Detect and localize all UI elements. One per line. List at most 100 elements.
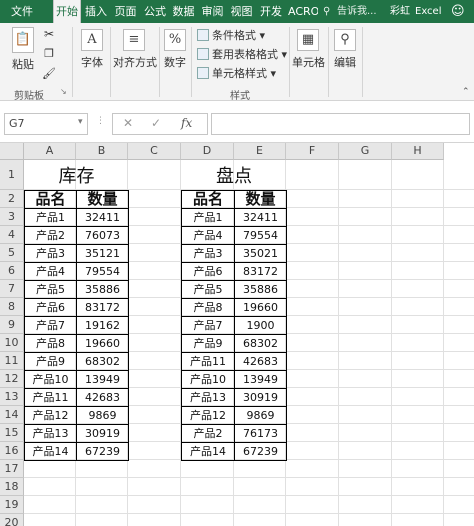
inventory-qty-cell[interactable]: 76073 [76, 226, 129, 245]
row-header[interactable]: 11 [0, 352, 24, 370]
tab-review[interactable]: 审阅 [199, 0, 226, 23]
inventory-product-cell[interactable]: 产品14 [24, 442, 77, 461]
inventory-qty-cell[interactable]: 30919 [76, 424, 129, 443]
copy-icon[interactable]: ❐ [42, 47, 56, 60]
stocktake-qty-cell[interactable]: 13949 [234, 370, 287, 389]
stocktake-qty-cell[interactable]: 35886 [234, 280, 287, 299]
inventory-product-cell[interactable]: 产品9 [24, 352, 77, 371]
row-header[interactable]: 14 [0, 406, 24, 424]
row-header[interactable]: 8 [0, 298, 24, 316]
conditional-format-button[interactable]: 条件格式 ▾ [197, 28, 265, 44]
alignment-button[interactable]: ≡ 对齐方式 [113, 29, 157, 70]
inventory-product-cell[interactable]: 产品13 [24, 424, 77, 443]
stocktake-header-name[interactable]: 品名 [181, 190, 235, 209]
inventory-product-cell[interactable]: 产品6 [24, 298, 77, 317]
column-header[interactable]: A [24, 143, 76, 160]
inventory-product-cell[interactable]: 产品4 [24, 262, 77, 281]
inventory-title[interactable]: 库存 [24, 160, 129, 191]
cells-button[interactable]: ▦ 单元格 [292, 29, 325, 70]
row-header[interactable]: 19 [0, 496, 24, 514]
column-header[interactable]: E [234, 143, 286, 160]
inventory-qty-cell[interactable]: 9869 [76, 406, 129, 425]
stocktake-qty-cell[interactable]: 32411 [234, 208, 287, 227]
inventory-qty-cell[interactable]: 83172 [76, 298, 129, 317]
row-header[interactable]: 1 [0, 160, 24, 190]
tell-me-icon[interactable]: ⚲ [323, 0, 330, 23]
stocktake-qty-cell[interactable]: 79554 [234, 226, 287, 245]
row-header[interactable]: 4 [0, 226, 24, 244]
inventory-qty-cell[interactable]: 19162 [76, 316, 129, 335]
stocktake-product-cell[interactable]: 产品9 [181, 334, 235, 353]
inventory-product-cell[interactable]: 产品2 [24, 226, 77, 245]
row-header[interactable]: 2 [0, 190, 24, 208]
number-button[interactable]: % 数字 [162, 29, 188, 70]
stocktake-qty-cell[interactable]: 1900 [234, 316, 287, 335]
tab-formulas[interactable]: 公式 [142, 0, 168, 23]
inventory-qty-cell[interactable]: 13949 [76, 370, 129, 389]
stocktake-qty-cell[interactable]: 35021 [234, 244, 287, 263]
tab-data[interactable]: 数据 [170, 0, 197, 23]
collapse-ribbon-icon[interactable]: ⌃ [462, 87, 470, 97]
stocktake-header-qty[interactable]: 数量 [234, 190, 287, 209]
tab-page-layout[interactable]: 页面 [111, 0, 140, 23]
select-all-corner[interactable] [0, 143, 24, 160]
inventory-qty-cell[interactable]: 35121 [76, 244, 129, 263]
stocktake-qty-cell[interactable]: 42683 [234, 352, 287, 371]
stocktake-qty-cell[interactable]: 83172 [234, 262, 287, 281]
tab-view[interactable]: 视图 [228, 0, 255, 23]
stocktake-qty-cell[interactable]: 67239 [234, 442, 287, 461]
tab-insert[interactable]: 插入 [82, 0, 110, 23]
smiley-icon[interactable]: ☺ [451, 0, 465, 23]
row-header[interactable]: 10 [0, 334, 24, 352]
stocktake-product-cell[interactable]: 产品1 [181, 208, 235, 227]
row-header[interactable]: 5 [0, 244, 24, 262]
inventory-qty-cell[interactable]: 32411 [76, 208, 129, 227]
name-box-dropdown-icon[interactable]: ▾ [78, 117, 83, 127]
row-header[interactable]: 12 [0, 370, 24, 388]
row-header[interactable]: 3 [0, 208, 24, 226]
inventory-product-cell[interactable]: 产品11 [24, 388, 77, 407]
stocktake-title[interactable]: 盘点 [181, 160, 287, 191]
stocktake-product-cell[interactable]: 产品7 [181, 316, 235, 335]
row-header[interactable]: 9 [0, 316, 24, 334]
tab-file[interactable]: 文件 [0, 0, 44, 23]
user-name[interactable]: 彩虹 [390, 0, 410, 23]
table-format-button[interactable]: 套用表格格式 ▾ [197, 47, 287, 63]
row-header[interactable]: 15 [0, 424, 24, 442]
editing-button[interactable]: ⚲ 编辑 [332, 29, 358, 70]
stocktake-qty-cell[interactable]: 9869 [234, 406, 287, 425]
cancel-icon[interactable]: ✕ [123, 116, 133, 130]
inventory-header-qty[interactable]: 数量 [76, 190, 129, 209]
stocktake-product-cell[interactable]: 产品12 [181, 406, 235, 425]
cell-styles-button[interactable]: 单元格样式 ▾ [197, 66, 276, 82]
row-header[interactable]: 13 [0, 388, 24, 406]
formula-input[interactable] [211, 113, 470, 135]
stocktake-product-cell[interactable]: 产品4 [181, 226, 235, 245]
row-header[interactable]: 6 [0, 262, 24, 280]
stocktake-qty-cell[interactable]: 76173 [234, 424, 287, 443]
column-header[interactable]: G [339, 143, 392, 160]
stocktake-product-cell[interactable]: 产品10 [181, 370, 235, 389]
row-header[interactable]: 18 [0, 478, 24, 496]
insert-function-icon[interactable]: fx [181, 116, 192, 130]
stocktake-product-cell[interactable]: 产品14 [181, 442, 235, 461]
row-header[interactable]: 17 [0, 460, 24, 478]
font-button[interactable]: A 字体 [78, 29, 106, 70]
inventory-product-cell[interactable]: 产品1 [24, 208, 77, 227]
stocktake-qty-cell[interactable]: 68302 [234, 334, 287, 353]
column-header[interactable]: D [181, 143, 234, 160]
stocktake-product-cell[interactable]: 产品13 [181, 388, 235, 407]
row-header[interactable]: 16 [0, 442, 24, 460]
inventory-qty-cell[interactable]: 68302 [76, 352, 129, 371]
inventory-qty-cell[interactable]: 67239 [76, 442, 129, 461]
inventory-product-cell[interactable]: 产品10 [24, 370, 77, 389]
inventory-qty-cell[interactable]: 35886 [76, 280, 129, 299]
column-header[interactable]: H [392, 143, 444, 160]
column-header[interactable]: F [286, 143, 339, 160]
tab-acrobat[interactable]: ACRO [288, 0, 318, 23]
inventory-product-cell[interactable]: 产品5 [24, 280, 77, 299]
clipboard-launcher-icon[interactable]: ↘ [60, 87, 67, 96]
tell-me-box[interactable]: 告诉我... [337, 0, 377, 23]
stocktake-product-cell[interactable]: 产品8 [181, 298, 235, 317]
row-header[interactable]: 20 [0, 514, 24, 526]
